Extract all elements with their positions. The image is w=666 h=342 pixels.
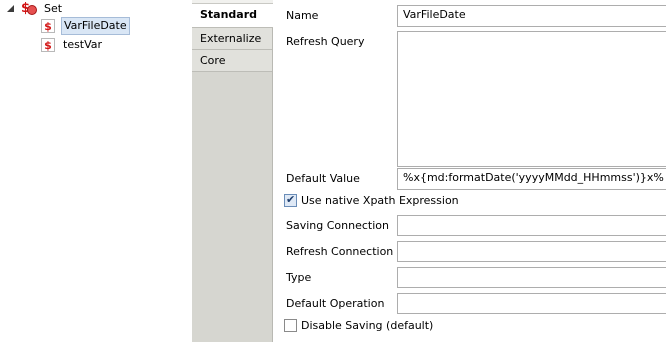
disable-saving-checkbox[interactable] (284, 319, 297, 332)
tree-node-variable[interactable]: $ VarFileDate (41, 17, 130, 35)
tab-standard[interactable]: Standard (192, 4, 273, 28)
type-field[interactable] (397, 267, 666, 288)
tree-expand-toggle-icon[interactable] (6, 4, 16, 14)
tree-node-set[interactable]: $ Set (6, 0, 64, 18)
variable-icon: $ (41, 38, 55, 52)
type-label: Type (286, 271, 312, 284)
disable-saving-checkbox-row[interactable]: Disable Saving (default) (284, 319, 433, 332)
tab-externalize[interactable]: Externalize (192, 28, 272, 50)
default-operation-field[interactable] (397, 293, 666, 314)
set-icon: $ (21, 1, 38, 17)
tree-node-label: VarFileDate (61, 17, 130, 35)
refresh-connection-field[interactable] (397, 241, 666, 262)
tab-core[interactable]: Core (192, 50, 272, 72)
native-xpath-label: Use native Xpath Expression (301, 194, 459, 207)
name-label: Name (286, 9, 319, 22)
saving-connection-label: Saving Connection (286, 219, 389, 232)
vertical-tab-bar: Standard Externalize Core (192, 0, 273, 342)
name-field[interactable]: VarFileDate (397, 5, 666, 27)
disable-saving-label: Disable Saving (default) (301, 319, 434, 332)
tree-node-label: Set (44, 2, 63, 15)
native-xpath-checkbox-row[interactable]: Use native Xpath Expression (284, 193, 459, 207)
native-xpath-checkbox[interactable] (284, 193, 297, 207)
properties-form: Name VarFileDate Refresh Query Default V… (273, 0, 666, 342)
refresh-connection-label: Refresh Connection (286, 245, 394, 258)
saving-connection-field[interactable] (397, 215, 666, 236)
variable-icon: $ (41, 19, 55, 33)
refresh-query-field[interactable] (397, 31, 666, 167)
default-value-field[interactable]: %x{md:formatDate('yyyyMMdd_HHmmss')}x% (397, 168, 666, 190)
variable-tree: $ Set $ VarFileDate $ testVar (0, 0, 192, 342)
refresh-query-label: Refresh Query (286, 35, 365, 48)
default-value-label: Default Value (286, 172, 360, 185)
default-operation-label: Default Operation (286, 297, 385, 310)
tree-node-label: testVar (63, 38, 103, 51)
tree-node-variable[interactable]: $ testVar (41, 36, 104, 54)
